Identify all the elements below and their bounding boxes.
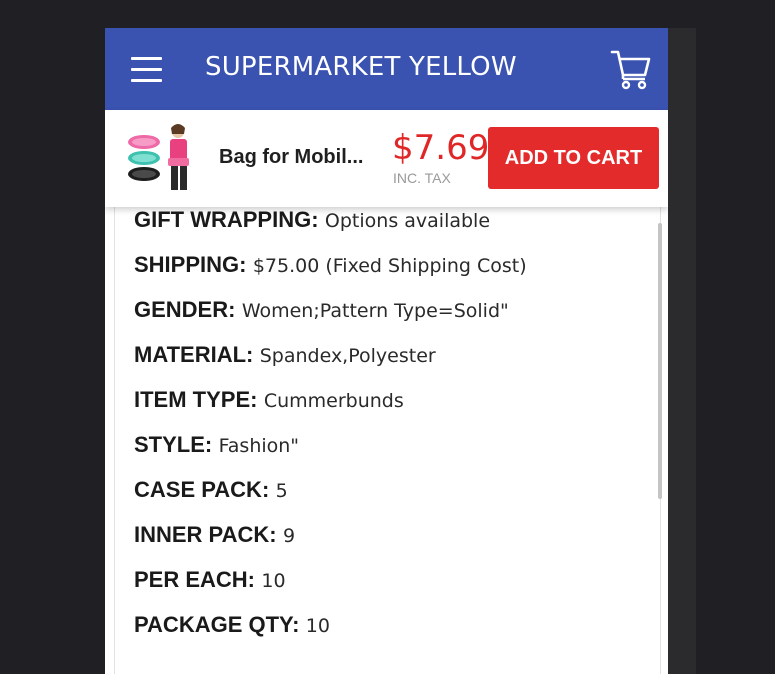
spec-row-style: STYLE: Fashion" — [134, 431, 527, 476]
spec-value: 5 — [275, 480, 288, 502]
hamburger-menu-icon[interactable] — [131, 57, 162, 83]
spec-row-item-type: ITEM TYPE: Cummerbunds — [134, 386, 527, 431]
details-scrollbar[interactable] — [658, 223, 662, 499]
spec-key: CASE PACK: — [134, 477, 270, 502]
spec-value: 10 — [261, 570, 286, 592]
spec-value: Women;Pattern Type=Solid" — [241, 300, 509, 322]
spec-row-per-each: PER EACH: 10 — [134, 566, 527, 611]
spec-key: PACKAGE QTY: — [134, 612, 300, 637]
site-header: SUPERMARKET YELLOW — [105, 28, 668, 110]
spec-row-material: MATERIAL: Spandex,Polyester — [134, 341, 527, 386]
spec-row-gender: GENDER: Women;Pattern Type=Solid" — [134, 296, 527, 341]
spec-key: SHIPPING: — [134, 252, 247, 277]
spec-row-package-qty: PACKAGE QTY: 10 — [134, 611, 527, 656]
spec-value: 9 — [282, 525, 296, 547]
spec-value: Spandex,Polyester — [259, 345, 436, 367]
shopping-cart-icon[interactable] — [610, 48, 652, 90]
spec-key: GENDER: — [134, 297, 236, 322]
spec-value: Cummerbunds — [263, 390, 404, 412]
product-thumbnail[interactable] — [127, 120, 195, 192]
background-panel — [668, 28, 696, 674]
spec-value: $75.00 (Fixed Shipping Cost) — [252, 255, 527, 277]
spec-list: GIFT WRAPPING: Options available SHIPPIN… — [134, 206, 527, 656]
store-title[interactable]: SUPERMARKET YELLOW — [205, 52, 517, 82]
spec-row-shipping: SHIPPING: $75.00 (Fixed Shipping Cost) — [134, 251, 527, 296]
spec-key: STYLE: — [134, 432, 213, 457]
spec-key: GIFT WRAPPING: — [134, 207, 319, 232]
tax-note: INC. TAX — [393, 170, 451, 186]
spec-value: Fashion" — [218, 435, 300, 457]
spec-row-inner-pack: INNER PACK: 9 — [134, 521, 527, 566]
spec-value: Options available — [324, 210, 491, 232]
mobile-viewport: SUPERMARKET YELLOW Bag for Mobil... $7.6… — [105, 28, 668, 674]
add-to-cart-button[interactable]: ADD TO CART — [488, 127, 659, 189]
spec-key: INNER PACK: — [134, 522, 277, 547]
sticky-product-bar: Bag for Mobil... $7.69 INC. TAX ADD TO C… — [105, 110, 668, 207]
product-name: Bag for Mobil... — [219, 146, 364, 168]
spec-value: 10 — [305, 615, 330, 637]
spec-key: MATERIAL: — [134, 342, 254, 367]
spec-row-case-pack: CASE PACK: 5 — [134, 476, 527, 521]
spec-key: ITEM TYPE: — [134, 387, 258, 412]
spec-key: PER EACH: — [134, 567, 256, 592]
spec-row-gift-wrapping: GIFT WRAPPING: Options available — [134, 206, 527, 251]
product-price: $7.69 — [392, 128, 490, 168]
